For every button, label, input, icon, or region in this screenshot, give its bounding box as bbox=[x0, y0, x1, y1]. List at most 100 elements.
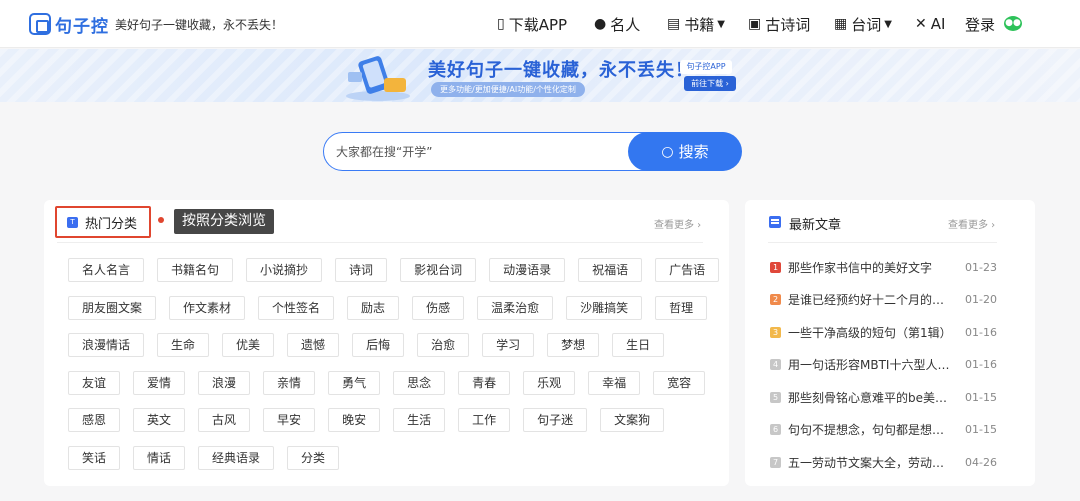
hot-categories-title: 热门分类 bbox=[85, 216, 138, 232]
category-tag[interactable]: 小说摘抄 bbox=[246, 258, 323, 282]
nav-famous-people[interactable]: ● 名人 bbox=[594, 13, 640, 35]
category-tag[interactable]: 浪漫 bbox=[198, 370, 251, 395]
categories-more-link[interactable]: 查看更多 › bbox=[654, 216, 701, 231]
nav-lines[interactable]: ▦ 台词 ▼ bbox=[834, 13, 892, 35]
article-date: 01-16 bbox=[965, 325, 997, 339]
category-tag[interactable]: 励志 bbox=[347, 295, 400, 320]
search-input[interactable] bbox=[336, 142, 616, 162]
category-tag[interactable]: 生命 bbox=[157, 333, 210, 357]
category-tag[interactable]: 治愈 bbox=[417, 333, 470, 357]
article-item[interactable]: 5 那些刻骨铭心意难平的be美学文案 01-15 bbox=[770, 387, 997, 407]
category-tag[interactable]: 宽容 bbox=[653, 370, 706, 395]
rank-badge: 7 bbox=[770, 457, 781, 469]
category-tag[interactable]: 动漫语录 bbox=[489, 258, 566, 282]
category-tag[interactable]: 浪漫情话 bbox=[68, 333, 145, 357]
category-tag[interactable]: 分类 bbox=[287, 445, 340, 470]
category-tag[interactable]: 优美 bbox=[222, 333, 275, 357]
category-tag[interactable]: 生日 bbox=[612, 333, 665, 357]
search-button[interactable]: ○ 搜索 bbox=[628, 132, 742, 171]
person-icon: ● bbox=[594, 16, 607, 32]
magic-wand-icon: ✕ bbox=[915, 16, 927, 32]
category-tag[interactable]: 工作 bbox=[458, 408, 511, 432]
category-tag[interactable]: 爱情 bbox=[133, 370, 186, 395]
article-item[interactable]: 4 用一句话形容MBTI十六型人格的性格 01-16 bbox=[770, 355, 997, 375]
category-tag[interactable]: 勇气 bbox=[328, 370, 381, 395]
article-item[interactable]: 7 五一劳动节文案大全，劳动人民最光荣 04-26 bbox=[770, 453, 997, 473]
articles-more-link[interactable]: 查看更多 › bbox=[948, 216, 995, 231]
category-tag[interactable]: 书籍名句 bbox=[157, 258, 234, 282]
category-tag[interactable]: 学习 bbox=[482, 333, 535, 357]
article-item[interactable]: 2 是谁已经预约好十二个月的浪漫了 01-20 bbox=[770, 290, 997, 310]
category-tag[interactable]: 乐观 bbox=[523, 370, 576, 395]
category-tag[interactable]: 个性签名 bbox=[258, 295, 335, 320]
category-tag[interactable]: 遗憾 bbox=[287, 333, 340, 357]
category-tag[interactable]: 温柔治愈 bbox=[477, 295, 554, 320]
top-header: 句子控 美好句子一键收藏，永不丢失！ ▯ 下载APP ● 名人 ▤ 书籍 ▼ ▣… bbox=[0, 0, 1080, 48]
banner-app-label: 句子控APP bbox=[680, 60, 732, 74]
rank-badge: 1 bbox=[770, 261, 781, 273]
nav-label: 下载APP bbox=[508, 15, 568, 34]
banner-download-button[interactable]: 前往下载 › bbox=[684, 76, 736, 91]
article-title: 是谁已经预约好十二个月的浪漫了 bbox=[788, 293, 954, 308]
nav-label: AI bbox=[930, 15, 946, 33]
more-label: 查看更多 bbox=[654, 220, 694, 231]
article-title: 一些干净高级的短句（第1辑） bbox=[788, 325, 952, 340]
category-tag[interactable]: 英文 bbox=[133, 408, 186, 432]
category-tag[interactable]: 梦想 bbox=[547, 333, 600, 357]
category-tag[interactable]: 幸福 bbox=[588, 370, 641, 395]
category-tag[interactable]: 沙雕搞笑 bbox=[566, 295, 643, 320]
rank-badge: 2 bbox=[770, 294, 781, 306]
category-tag[interactable]: 青春 bbox=[458, 370, 511, 395]
category-tag[interactable]: 朋友圈文案 bbox=[68, 295, 157, 320]
category-tag[interactable]: 伤感 bbox=[412, 295, 465, 320]
category-tag[interactable]: 哲理 bbox=[655, 295, 708, 320]
article-date: 01-15 bbox=[965, 423, 997, 437]
article-date: 01-16 bbox=[965, 358, 997, 372]
category-tag[interactable]: 后悔 bbox=[352, 333, 405, 357]
category-tag[interactable]: 句子迷 bbox=[523, 408, 588, 432]
category-tag[interactable]: 祝福语 bbox=[578, 258, 643, 282]
banner-download-label: 前往下载 bbox=[691, 79, 724, 88]
category-tag[interactable]: 诗词 bbox=[335, 258, 388, 282]
category-tag[interactable]: 生活 bbox=[393, 408, 446, 432]
article-item[interactable]: 3 一些干净高级的短句（第1辑） 01-16 bbox=[770, 322, 997, 342]
article-item[interactable]: 1 那些作家书信中的美好文字 01-23 bbox=[770, 257, 997, 277]
rank-badge: 3 bbox=[770, 326, 781, 338]
category-tag[interactable]: 晚安 bbox=[328, 408, 381, 432]
logo[interactable]: 句子控 美好句子一键收藏，永不丢失！ bbox=[29, 12, 283, 37]
nav-label: 名人 bbox=[610, 15, 641, 34]
caret-down-icon: ▼ bbox=[884, 18, 892, 30]
category-tag[interactable]: 笑话 bbox=[68, 445, 121, 470]
article-date: 04-26 bbox=[965, 456, 997, 470]
wechat-icon[interactable]: ●● bbox=[1004, 16, 1022, 31]
category-tag[interactable]: 亲情 bbox=[263, 370, 316, 395]
category-tag[interactable]: 经典语录 bbox=[198, 445, 275, 470]
category-tag[interactable]: 感恩 bbox=[68, 408, 121, 432]
category-tag[interactable]: 思念 bbox=[393, 370, 446, 395]
category-tag[interactable]: 影视台词 bbox=[400, 258, 477, 282]
category-tag[interactable]: 古风 bbox=[198, 408, 251, 432]
nav-download-app[interactable]: ▯ 下载APP bbox=[497, 13, 567, 35]
article-title: 句句不提想念，句句都是想念一生 bbox=[788, 423, 954, 438]
banner-subtitle: 更多功能/更加便捷/AI功能/个性化定制 bbox=[431, 82, 585, 97]
category-tag[interactable]: 情话 bbox=[133, 445, 186, 470]
nav-label: 古诗词 bbox=[765, 15, 811, 34]
category-tag[interactable]: 名人名言 bbox=[68, 258, 145, 282]
article-list-icon bbox=[769, 216, 781, 228]
category-tag[interactable]: 文案狗 bbox=[600, 408, 665, 432]
category-tag[interactable]: 友谊 bbox=[68, 370, 121, 395]
logo-name: 句子控 bbox=[55, 16, 109, 37]
nav-ai[interactable]: ✕ AI bbox=[915, 13, 945, 35]
phone-icon: ▯ bbox=[497, 16, 505, 32]
login-link[interactable]: 登录 bbox=[965, 13, 995, 35]
login-label: 登录 bbox=[965, 15, 996, 34]
article-item[interactable]: 6 句句不提想念，句句都是想念一生 01-15 bbox=[770, 420, 997, 440]
nav-books[interactable]: ▤ 书籍 ▼ bbox=[667, 13, 725, 35]
nav-ancient-poems[interactable]: ▣ 古诗词 bbox=[748, 13, 810, 35]
latest-articles-title: 最新文章 bbox=[789, 218, 842, 233]
category-tag[interactable]: 早安 bbox=[263, 408, 316, 432]
search-bar: ○ 搜索 bbox=[323, 132, 742, 171]
category-tag[interactable]: 作文素材 bbox=[169, 295, 246, 320]
category-tag[interactable]: 广告语 bbox=[655, 258, 720, 282]
more-label: 查看更多 bbox=[948, 220, 988, 231]
